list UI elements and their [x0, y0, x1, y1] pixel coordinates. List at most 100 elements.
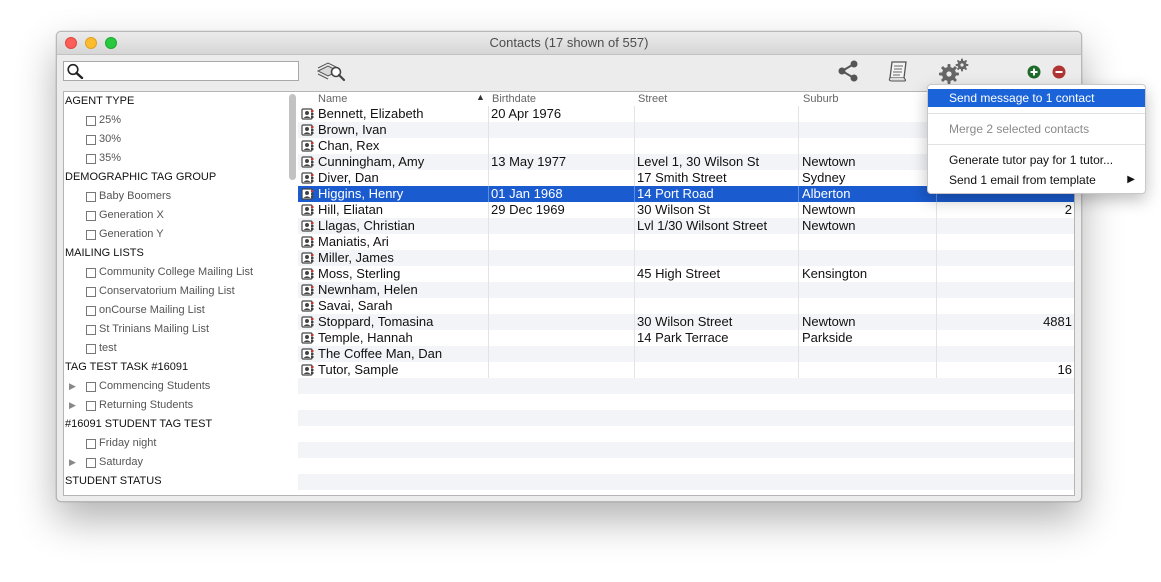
cell-street: 30 Wilson Street	[637, 314, 733, 329]
column-header-street[interactable]: Street	[638, 92, 667, 106]
tag-checkbox[interactable]	[86, 382, 96, 392]
menu-item-generate-tutor-pay[interactable]: Generate tutor pay for 1 tutor...	[928, 151, 1145, 169]
table-row[interactable]: The Coffee Man, Dan	[298, 346, 1074, 362]
minimize-window-button[interactable]	[85, 37, 97, 49]
sidebar-tag-item[interactable]: ▶ Saturday	[64, 453, 298, 472]
tag-checkbox[interactable]	[86, 344, 96, 354]
sidebar-tag-item[interactable]: Community College Mailing List	[64, 263, 298, 282]
search-input[interactable]	[86, 63, 292, 79]
table-row[interactable]: Newnham, Helen	[298, 282, 1074, 298]
tag-label: St Trinians Mailing List	[99, 323, 210, 335]
sidebar-tag-item[interactable]: 25%	[64, 111, 298, 130]
window-title: Contacts (17 shown of 557)	[489, 35, 649, 50]
sidebar-tag-item[interactable]: St Trinians Mailing List	[64, 320, 298, 339]
tag-checkbox[interactable]	[86, 287, 96, 297]
contact-card-icon	[301, 172, 314, 184]
cell-suburb: Newtown	[802, 202, 856, 217]
cell-birthdate: 01 Jan 1968	[491, 186, 563, 201]
column-header-name[interactable]: Name	[318, 92, 347, 106]
column-separator	[634, 362, 635, 378]
expand-triangle-icon[interactable]: ▶	[69, 396, 76, 415]
tag-checkbox[interactable]	[86, 401, 96, 411]
contact-card-icon	[301, 236, 314, 248]
expand-triangle-icon[interactable]: ▶	[69, 453, 76, 472]
cog-icon[interactable]	[938, 58, 970, 84]
table-row[interactable]: Moss, Sterling 45 High Street Kensington	[298, 266, 1074, 282]
remove-icon[interactable]	[1052, 65, 1066, 79]
column-header-birthdate[interactable]: Birthdate	[492, 92, 536, 106]
cell-name: Llagas, Christian	[318, 218, 415, 233]
sidebar-tag-item[interactable]: Generation X	[64, 206, 298, 225]
column-separator	[634, 138, 635, 154]
add-icon[interactable]	[1027, 65, 1041, 79]
find-related-icon[interactable]	[316, 60, 346, 82]
table-row[interactable]: Hill, Eliatan 29 Dec 1969 30 Wilson St Newt…	[298, 202, 1074, 218]
cell-name: Diver, Dan	[318, 170, 379, 185]
tag-checkbox[interactable]	[86, 325, 96, 335]
table-row[interactable]: Miller, James	[298, 250, 1074, 266]
tag-checkbox[interactable]	[86, 154, 96, 164]
sidebar-tag-item[interactable]: ▶ Commencing Students	[64, 377, 298, 396]
table-row[interactable]: Llagas, Christian Lvl 1/30 Wilsont Street…	[298, 218, 1074, 234]
tag-checkbox[interactable]	[86, 306, 96, 316]
table-row[interactable]: Stoppard, Tomasina 30 Wilson Street Newtow…	[298, 314, 1074, 330]
tag-checkbox[interactable]	[86, 268, 96, 278]
menu-separator	[928, 144, 1145, 145]
sidebar-tag-item[interactable]: ▶ Returning Students	[64, 396, 298, 415]
cell-name: Brown, Ivan	[318, 122, 387, 137]
cell-extra: 2	[1064, 202, 1072, 217]
sidebar-tag-item[interactable]: Generation Y	[64, 225, 298, 244]
sidebar-tag-item[interactable]: test	[64, 339, 298, 358]
cell-birthdate: 29 Dec 1969	[491, 202, 565, 217]
table-row[interactable]: Savai, Sarah	[298, 298, 1074, 314]
search-field[interactable]	[63, 61, 299, 81]
cell-street: 17 Smith Street	[637, 170, 727, 185]
table-row[interactable]: Maniatis, Ari	[298, 234, 1074, 250]
menu-item-send-email-template[interactable]: Send 1 email from template ▶	[928, 171, 1145, 189]
sidebar-tag-item[interactable]: Conservatorium Mailing List	[64, 282, 298, 301]
tag-checkbox[interactable]	[86, 230, 96, 240]
sidebar-tag-item[interactable]: onCourse Mailing List	[64, 301, 298, 320]
table-row[interactable]: Tutor, Sample 16	[298, 362, 1074, 378]
table-row[interactable]: Temple, Hannah 14 Park Terrace Parkside	[298, 330, 1074, 346]
share-icon[interactable]	[836, 60, 860, 82]
cell-name: Stoppard, Tomasina	[318, 314, 434, 329]
tag-checkbox[interactable]	[86, 135, 96, 145]
tag-label: Returning Students	[99, 399, 194, 411]
tag-label: Generation Y	[99, 228, 164, 240]
expand-triangle-icon[interactable]: ▶	[69, 377, 76, 396]
column-separator	[488, 170, 489, 186]
tag-checkbox[interactable]	[86, 116, 96, 126]
tag-sidebar[interactable]: AGENT TYPE 25% 30% 35% DEMOGRAPHIC TAG GROUP…	[63, 91, 299, 496]
cell-extra: 4881	[1043, 314, 1072, 329]
cell-street: 14 Port Road	[637, 186, 714, 201]
column-separator	[634, 314, 635, 330]
column-separator	[634, 250, 635, 266]
maximize-window-button[interactable]	[105, 37, 117, 49]
column-separator	[488, 314, 489, 330]
column-separator	[936, 250, 937, 266]
contact-card-icon	[301, 268, 314, 280]
tag-checkbox[interactable]	[86, 211, 96, 221]
menu-item-send-message[interactable]: Send message to 1 contact	[928, 89, 1145, 107]
sidebar-tag-item[interactable]: Baby Boomers	[64, 187, 298, 206]
sidebar-tag-item[interactable]: imported	[64, 491, 298, 495]
sidebar-tag-item[interactable]: 35%	[64, 149, 298, 168]
tag-checkbox[interactable]	[86, 439, 96, 449]
column-separator	[488, 122, 489, 138]
column-separator	[634, 234, 635, 250]
contact-card-icon	[301, 188, 314, 200]
tag-checkbox[interactable]	[86, 458, 96, 468]
tag-checkbox[interactable]	[86, 192, 96, 202]
column-header-suburb[interactable]: Suburb	[803, 92, 838, 106]
column-separator	[634, 266, 635, 282]
tag-label: imported	[99, 494, 142, 495]
cell-name: The Coffee Man, Dan	[318, 346, 443, 361]
close-window-button[interactable]	[65, 37, 77, 49]
sidebar-tag-item[interactable]: 30%	[64, 130, 298, 149]
column-separator	[936, 218, 937, 234]
column-separator	[488, 202, 489, 218]
cell-street: 14 Park Terrace	[637, 330, 729, 345]
script-icon[interactable]	[887, 60, 911, 82]
sidebar-tag-item[interactable]: Friday night	[64, 434, 298, 453]
